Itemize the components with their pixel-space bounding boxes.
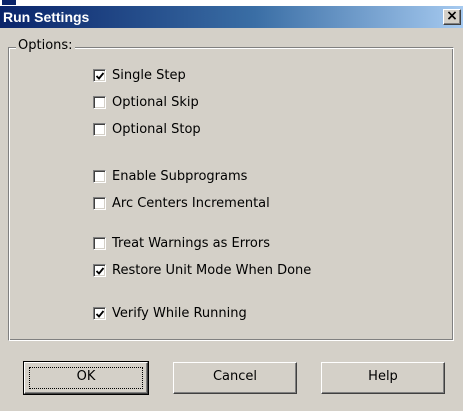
checkbox-label: Treat Warnings as Errors (112, 235, 270, 251)
help-button[interactable]: Help (321, 362, 445, 394)
options-group (8, 47, 454, 341)
checkbox-box[interactable] (93, 236, 106, 250)
checkbox-label: Verify While Running (112, 305, 247, 321)
checkmark-icon (95, 266, 105, 275)
checkbox-box[interactable] (93, 122, 106, 136)
checkbox-box[interactable] (93, 95, 106, 109)
checkbox-enable-subprograms[interactable]: Enable Subprograms (93, 168, 247, 184)
cancel-button[interactable]: Cancel (173, 362, 297, 394)
checkbox-box[interactable] (93, 263, 106, 277)
checkbox-treat-warnings-as-errors[interactable]: Treat Warnings as Errors (93, 235, 270, 251)
cancel-button-label: Cancel (212, 369, 258, 384)
checkmark-icon (95, 71, 105, 80)
checkbox-verify-while-running[interactable]: Verify While Running (93, 305, 247, 321)
window-title: Run Settings (3, 9, 90, 25)
checkmark-icon (95, 309, 105, 318)
checkbox-restore-unit-mode[interactable]: Restore Unit Mode When Done (93, 262, 311, 278)
checkbox-single-step[interactable]: Single Step (93, 67, 186, 83)
checkbox-arc-centers-incremental[interactable]: Arc Centers Incremental (93, 195, 270, 211)
help-button-label: Help (368, 369, 398, 384)
close-button[interactable]: × (443, 9, 461, 25)
close-icon: × (446, 8, 458, 24)
checkbox-label: Optional Stop (112, 121, 201, 137)
checkbox-box[interactable] (93, 68, 106, 82)
title-bar[interactable]: Run Settings × (0, 6, 463, 28)
checkbox-optional-skip[interactable]: Optional Skip (93, 94, 199, 110)
checkbox-optional-stop[interactable]: Optional Stop (93, 121, 201, 137)
ok-button[interactable]: OK (23, 361, 149, 395)
options-legend: Options: (16, 38, 75, 53)
checkbox-label: Optional Skip (112, 94, 199, 110)
focus-rect (29, 367, 143, 389)
checkbox-box[interactable] (93, 169, 106, 183)
checkbox-label: Restore Unit Mode When Done (112, 262, 312, 278)
checkbox-label: Enable Subprograms (112, 168, 248, 184)
checkbox-box[interactable] (93, 306, 106, 320)
checkbox-label: Arc Centers Incremental (112, 195, 270, 211)
app-icon (2, 0, 16, 5)
checkbox-box[interactable] (93, 196, 106, 210)
checkbox-label: Single Step (112, 67, 186, 83)
